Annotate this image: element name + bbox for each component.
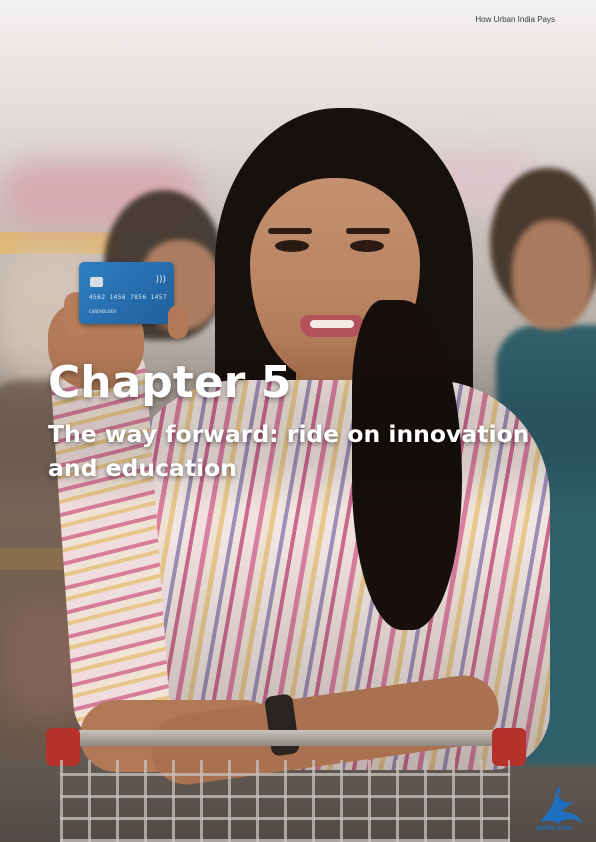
chapter-subtitle: The way forward: ride on innovation and … xyxy=(48,417,578,485)
chapter-title: Chapter 5 xyxy=(48,357,292,408)
card-number: 4562 1456 7856 1457 xyxy=(89,294,168,301)
woman-fingers xyxy=(168,305,188,339)
chapter-subtitle-line: The way forward: ride on innovation xyxy=(48,420,530,448)
woman-brow xyxy=(268,228,312,234)
shopping-cart-basket xyxy=(60,760,510,842)
card-holder: CARDHOLDER xyxy=(89,310,117,315)
woman-eye xyxy=(275,240,309,252)
credit-card: ))) 4562 1456 7856 1457 CARDHOLDER xyxy=(79,262,174,324)
chapter-subtitle-line: and education xyxy=(48,454,238,482)
woman-teeth xyxy=(310,320,354,328)
running-header: How Urban India Pays xyxy=(475,15,555,24)
woman-brow xyxy=(346,228,390,234)
shopping-cart-handle xyxy=(46,730,522,746)
chapter-cover-page: ))) 4562 1456 7856 1457 CARDHOLDER How U… xyxy=(0,0,596,842)
woman-eye xyxy=(350,240,384,252)
background-shopper xyxy=(512,220,592,330)
card-chip-icon xyxy=(90,277,103,287)
contactless-icon: ))) xyxy=(155,275,166,285)
watermark-text: ЖИВИ.КОМ xyxy=(536,826,572,832)
